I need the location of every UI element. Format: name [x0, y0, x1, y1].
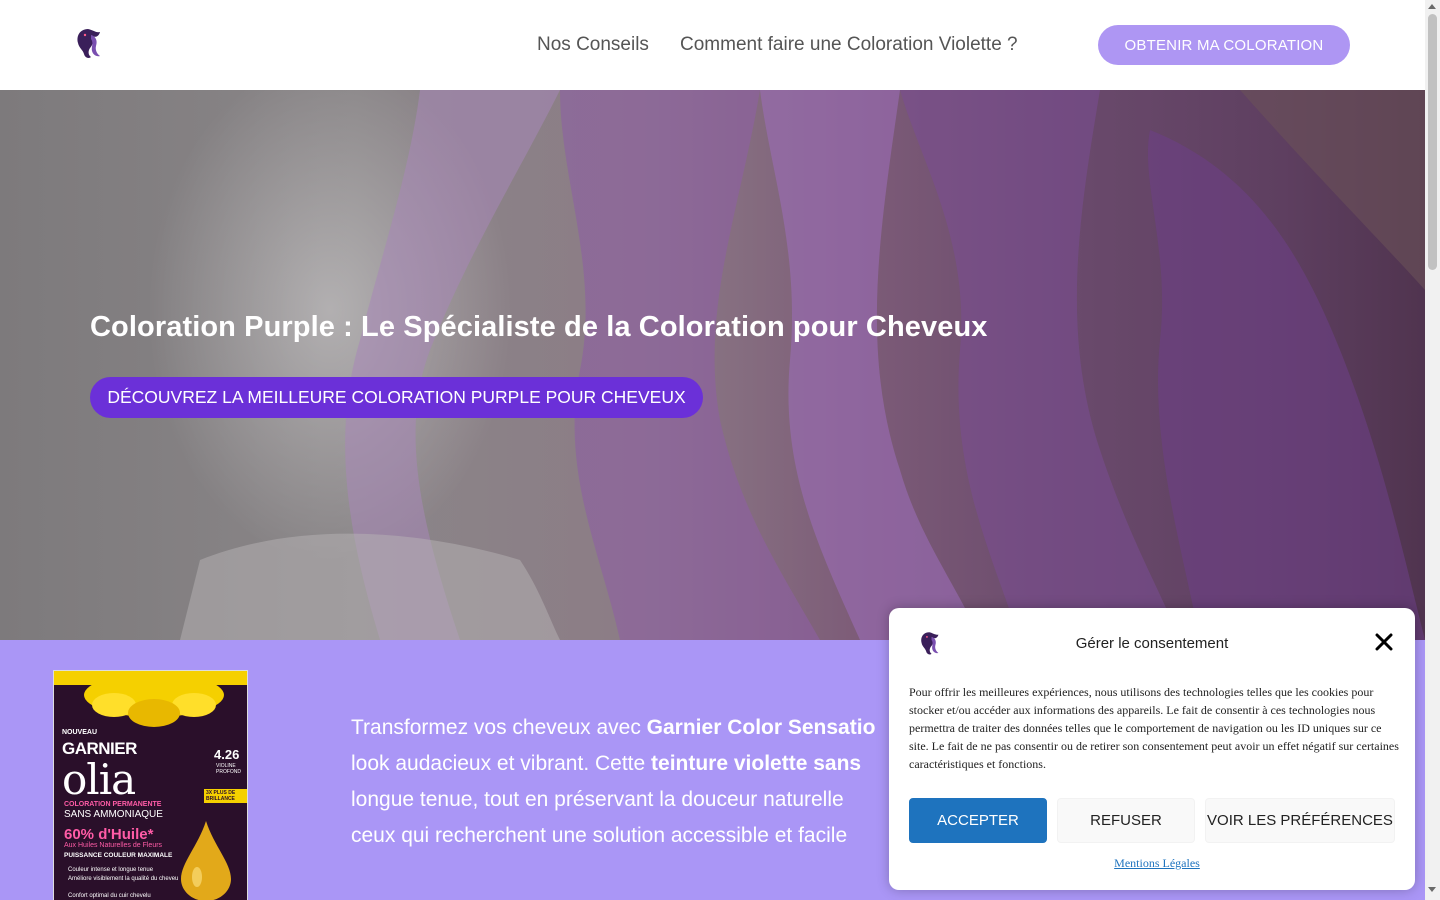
product-nouveau: NOUVEAU [62, 729, 98, 736]
description-line: ceux qui recherchent une solution access… [351, 824, 848, 847]
page-scrollbar[interactable] [1425, 0, 1440, 900]
consent-description: Pour offrir les meilleures expériences, … [909, 685, 1399, 771]
description-line: longue tenue, tout en préservant la douc… [351, 788, 844, 811]
sunflower-icon [84, 675, 224, 727]
description-line: Transformez vos cheveux avec Garnier Col… [351, 710, 911, 746]
consent-title: Gérer le consentement [1075, 635, 1229, 652]
nav-coloration-violette[interactable]: Comment faire une Coloration Violette ? [680, 34, 1018, 56]
hero-banner: Coloration Purple : Le Spécialiste de la… [0, 90, 1425, 640]
description-bold: teinture violette sans [651, 752, 862, 775]
garnier-olia-product-image[interactable]: NOUVEAU GARNIER olia 4.26 VIOLINE PROFON… [53, 670, 248, 900]
site-header: Nos Conseils Comment faire une Coloratio… [0, 0, 1425, 90]
woman-profile-logo-icon[interactable] [74, 26, 104, 60]
product-shine-badge: 3X PLUS DE BRILLANCE [204, 789, 247, 803]
scroll-down-icon[interactable] [1428, 887, 1436, 892]
product-shade: 4.26 [214, 747, 240, 762]
description-bold: Garnier Color Sensatio [646, 716, 876, 739]
hero-hair-image [180, 90, 1425, 640]
cookie-consent-dialog: Gérer le consentement Pour offrir les me… [889, 608, 1415, 890]
product-bullet: Couleur intense et longue tenue [68, 867, 154, 873]
close-icon[interactable] [1374, 632, 1394, 652]
product-line3: 60% d'Huile* [64, 826, 154, 843]
product-bullet: Améliore visiblement la qualité du cheve… [68, 876, 179, 882]
decouvrez-coloration-button[interactable]: DÉCOUVREZ LA MEILLEURE COLORATION PURPLE… [90, 377, 703, 418]
view-preferences-button[interactable]: VOIR LES PRÉFÉRENCES [1205, 798, 1395, 843]
hero-title: Coloration Purple : Le Spécialiste de la… [90, 311, 988, 343]
product-bullet: Confort optimal du cuir chevelu [68, 893, 151, 899]
description-text: look audacieux et vibrant. Cette [351, 752, 652, 775]
description-line: look audacieux et vibrant. Cette teintur… [351, 746, 911, 782]
product-description: Transformez vos cheveux avec Garnier Col… [351, 710, 911, 854]
product-line4: Aux Huiles Naturelles de Fleurs [64, 842, 163, 849]
product-shade-name: VIOLINE PROFOND [216, 763, 241, 775]
product-line1: COLORATION PERMANENTE [64, 801, 162, 808]
scroll-thumb[interactable] [1428, 14, 1437, 270]
description-text: Transformez vos cheveux avec [351, 716, 647, 739]
product-name: olia [62, 755, 136, 804]
nav-nos-conseils[interactable]: Nos Conseils [537, 34, 649, 56]
product-line2: SANS AMMONIAQUE [64, 809, 163, 820]
product-line5: PUISSANCE COULEUR MAXIMALE [64, 852, 173, 859]
oil-drop-icon [181, 821, 231, 900]
refuse-button[interactable]: REFUSER [1057, 798, 1195, 843]
scroll-up-icon[interactable] [1428, 4, 1436, 9]
accept-button[interactable]: ACCEPTER [909, 798, 1047, 843]
mentions-legales-link[interactable]: Mentions Légales [889, 856, 1425, 871]
obtenir-coloration-button[interactable]: OBTENIR MA COLORATION [1098, 25, 1350, 65]
